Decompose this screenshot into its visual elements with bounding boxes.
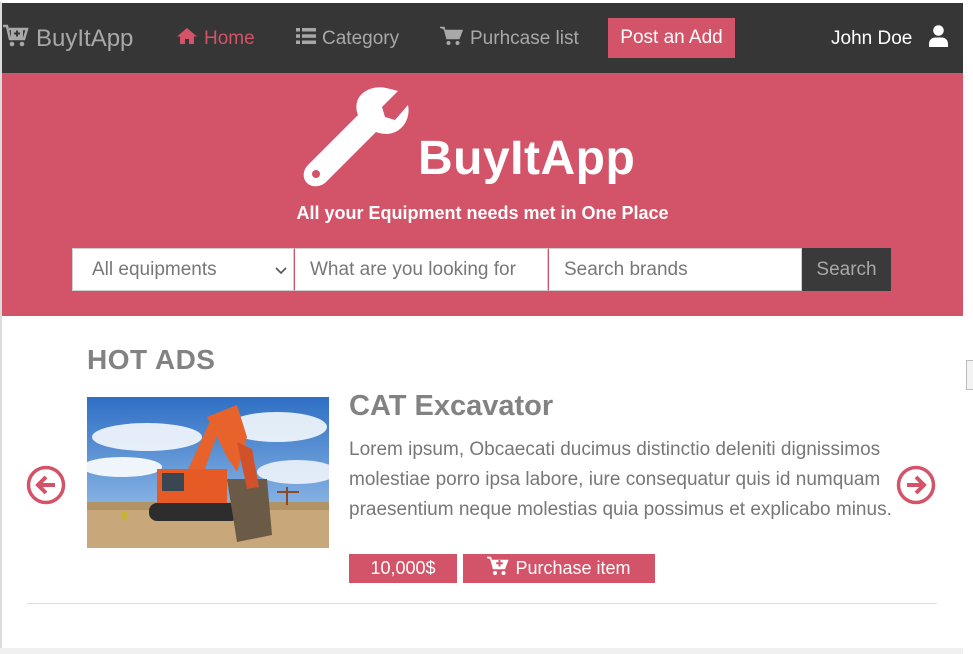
top-navbar: BuyItApp Home Category Purhcase list Pos… xyxy=(2,3,963,73)
category-select[interactable]: All equipments xyxy=(72,248,294,291)
scrollbar-handle[interactable] xyxy=(966,360,973,390)
page-bottom-edge xyxy=(0,648,963,654)
nav-home-label: Home xyxy=(204,28,255,49)
hero-tagline: All your Equipment needs met in One Plac… xyxy=(296,203,669,223)
ad-title[interactable]: CAT Excavator xyxy=(349,390,553,423)
home-icon xyxy=(176,27,204,51)
cart-plus-icon xyxy=(487,556,515,581)
purchase-item-label: Purchase item xyxy=(515,558,631,578)
nav-purchase-label: Purhcase list xyxy=(470,28,579,49)
cart-icon xyxy=(440,26,470,52)
nav-home[interactable]: Home xyxy=(176,21,255,57)
ad-image-excavator[interactable] xyxy=(87,397,329,548)
user-name: John Doe xyxy=(831,28,913,49)
navbar-brand[interactable]: BuyItApp xyxy=(2,21,133,57)
search-button[interactable]: Search xyxy=(802,248,891,291)
cart-plus-icon xyxy=(2,23,36,56)
chevron-down-icon xyxy=(275,259,287,281)
search-query-input[interactable]: What are you looking for xyxy=(294,248,548,291)
brand-name: BuyItApp xyxy=(36,25,134,52)
search-brand-placeholder: Search brands xyxy=(564,258,688,280)
section-divider xyxy=(27,603,937,604)
nav-category-label: Category xyxy=(322,28,400,49)
hero-banner: BuyItApp All your Equipment needs met in… xyxy=(2,73,963,316)
carousel-next-arrow-icon[interactable] xyxy=(896,465,936,505)
nav-purchase-list[interactable]: Purhcase list xyxy=(440,21,579,57)
wrench-icon xyxy=(302,87,410,194)
hot-ads-title: HOT ADS xyxy=(87,344,216,375)
post-ad-button[interactable]: Post an Add xyxy=(608,18,735,58)
search-bar: All equipments What are you looking for … xyxy=(72,248,891,291)
user-menu[interactable]: John Doe xyxy=(831,21,949,57)
category-select-value: All equipments xyxy=(92,258,217,280)
search-query-placeholder: What are you looking for xyxy=(310,258,516,280)
hero-title: BuyItApp xyxy=(418,132,636,185)
ad-description: Lorem ipsum, Obcaecati ducimus distincti… xyxy=(349,439,892,520)
nav-category[interactable]: Category xyxy=(296,21,399,57)
carousel-prev-arrow-icon[interactable] xyxy=(26,465,66,505)
list-icon xyxy=(296,27,322,51)
purchase-item-button[interactable]: Purchase item xyxy=(463,554,655,583)
ad-price-badge: 10,000$ xyxy=(349,554,457,583)
search-brand-input[interactable]: Search brands xyxy=(548,248,802,291)
user-icon xyxy=(912,25,949,53)
